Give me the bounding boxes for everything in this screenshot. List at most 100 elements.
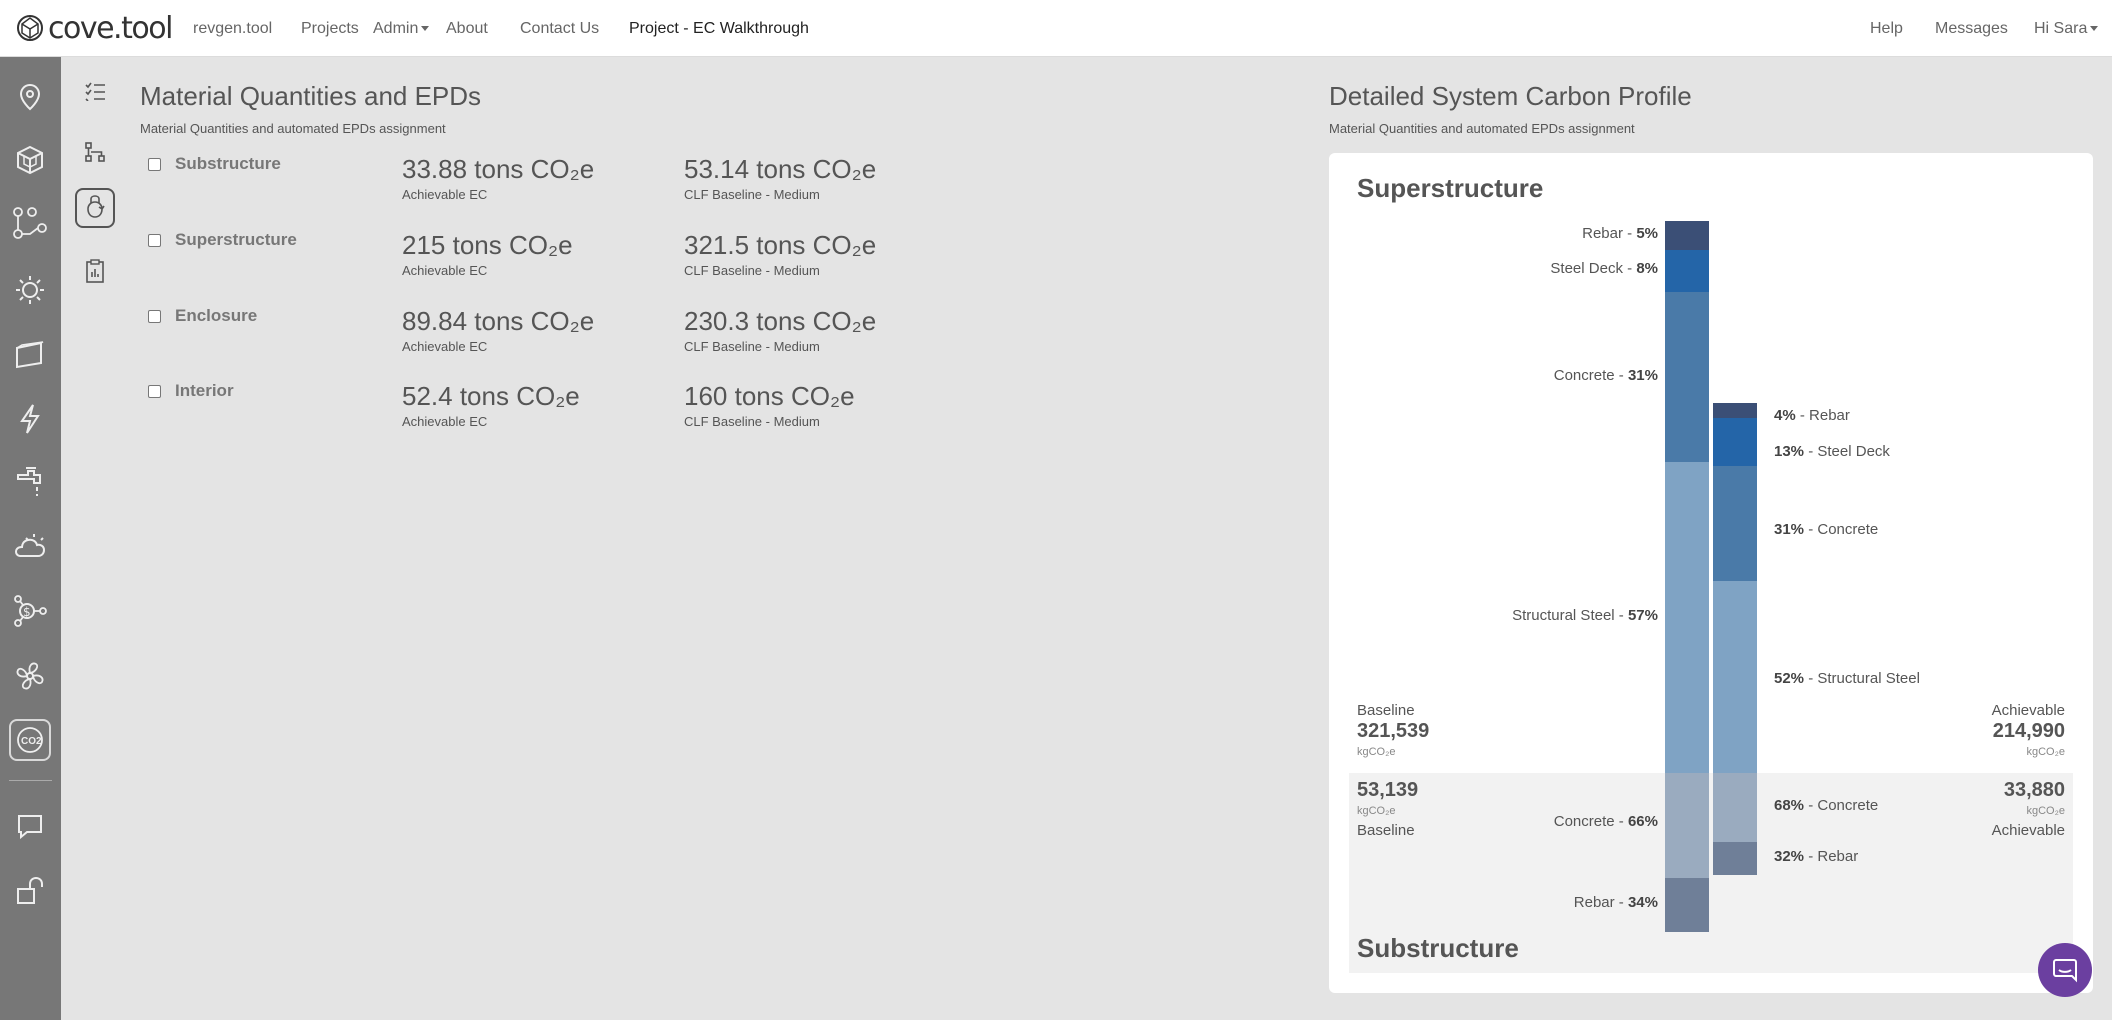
sub-achievable-value: 33,880 xyxy=(2003,779,2065,801)
carbon-profile-bars xyxy=(1665,221,1757,932)
network-icon[interactable] xyxy=(12,205,48,241)
baseline-label: CLF Baseline - Medium xyxy=(684,263,820,278)
carbon-profile-subtitle: Material Quantities and automated EPDs a… xyxy=(1329,121,1635,136)
achievable-ec-label: Achievable EC xyxy=(402,414,488,429)
sub-baseline-rebar-bar xyxy=(1665,878,1709,932)
nav-admin[interactable]: Admin xyxy=(373,20,430,38)
clipboard-icon[interactable] xyxy=(78,254,112,288)
segment-pct: 31% xyxy=(1627,367,1658,384)
segment-name: Concrete xyxy=(1553,813,1615,830)
achievable-ec-label: Achievable EC xyxy=(402,263,488,278)
achievable-ec-value: 52.4 tons CO₂e xyxy=(402,381,580,411)
material-row-substructure: Substructure 33.88 tons CO₂e Achievable … xyxy=(148,154,948,224)
sub-baseline-concrete-bar xyxy=(1665,773,1709,878)
nav-projects[interactable]: Projects xyxy=(301,20,359,38)
cove-logo-icon xyxy=(17,15,43,41)
baseline-steel-deck-bar xyxy=(1665,250,1709,292)
logo-text: cove.tool xyxy=(48,10,173,46)
cost-network-icon[interactable]: $ xyxy=(12,593,48,629)
segment-name: Concrete xyxy=(1817,797,1879,814)
chat-icon[interactable] xyxy=(12,808,48,844)
hierarchy-icon[interactable] xyxy=(78,135,112,169)
chevron-down-icon xyxy=(421,26,430,32)
sub-baseline-label: Baseline xyxy=(1357,822,1415,839)
segment-pct: 66% xyxy=(1627,813,1658,830)
segment-pct: 32% xyxy=(1774,848,1805,865)
carbon-profile-title: Detailed System Carbon Profile xyxy=(1329,81,1692,111)
interior-checkbox[interactable] xyxy=(148,385,161,398)
material-row-enclosure: Enclosure 89.84 tons CO₂e Achievable EC … xyxy=(148,306,948,376)
fan-icon[interactable] xyxy=(12,658,48,694)
faucet-icon[interactable] xyxy=(12,464,48,500)
superstructure-checkbox[interactable] xyxy=(148,234,161,247)
achievable-steel-deck-label: 13% - Steel Deck xyxy=(1774,443,1890,460)
super-baseline-label: Baseline xyxy=(1357,702,1415,719)
logo[interactable]: cove.tool xyxy=(16,10,173,46)
checklist-icon[interactable] xyxy=(78,74,112,108)
baseline-concrete-bar xyxy=(1665,292,1709,462)
svg-text:$: $ xyxy=(23,605,31,619)
baseline-label: CLF Baseline - Medium xyxy=(684,187,820,202)
sub-baseline-concrete-label: Concrete - 66% xyxy=(1553,813,1658,830)
sub-achievable-unit: kgCO₂e xyxy=(2026,805,2065,817)
nav-messages[interactable]: Messages xyxy=(1935,20,2008,38)
baseline-structural-steel-label: Structural Steel - 57% xyxy=(1512,607,1658,624)
nav-revgen-tool[interactable]: revgen.tool xyxy=(193,20,272,38)
nav-current-project[interactable]: Project - EC Walkthrough xyxy=(629,20,809,38)
cloud-sun-icon[interactable] xyxy=(12,528,48,564)
substructure-checkbox[interactable] xyxy=(148,158,161,171)
baseline-value: 53.14 tons CO₂e xyxy=(684,154,877,184)
nav-user-menu[interactable]: Hi Sara xyxy=(2034,20,2099,38)
nav-contact-us[interactable]: Contact Us xyxy=(520,20,599,38)
baseline-rebar-bar xyxy=(1665,221,1709,250)
baseline-steel-deck-label: Steel Deck - 8% xyxy=(1550,260,1658,277)
segment-pct: 31% xyxy=(1774,521,1805,538)
segment-pct: 52% xyxy=(1774,670,1805,687)
achievable-structural-steel-label: 52% - Structural Steel xyxy=(1774,670,1920,687)
segment-name: Steel Deck xyxy=(1550,260,1623,277)
chat-bubble-icon xyxy=(2053,959,2077,983)
panel-icon[interactable] xyxy=(12,337,48,373)
segment-name: Steel Deck xyxy=(1817,443,1890,460)
achievable-rebar-bar xyxy=(1713,403,1757,418)
achievable-structural-steel-bar xyxy=(1713,581,1757,773)
material-name: Substructure xyxy=(175,154,281,173)
cube-icon[interactable] xyxy=(12,142,48,178)
baseline-rebar-label: Rebar - 5% xyxy=(1582,225,1658,242)
achievable-ec-label: Achievable EC xyxy=(402,187,488,202)
left-sidebar: $ CO2 xyxy=(0,57,61,1020)
material-row-interior: Interior 52.4 tons CO₂e Achievable EC 16… xyxy=(148,381,948,451)
enclosure-checkbox[interactable] xyxy=(148,310,161,323)
segment-pct: 34% xyxy=(1627,894,1658,911)
baseline-structural-steel-bar xyxy=(1665,462,1709,773)
unlock-icon[interactable] xyxy=(12,873,48,909)
sidebar-divider xyxy=(9,780,52,781)
achievable-ec-value: 33.88 tons CO₂e xyxy=(402,154,595,184)
chat-widget-button[interactable] xyxy=(2038,943,2092,997)
refresh-building-icon[interactable] xyxy=(75,188,115,228)
co2-icon[interactable]: CO2 xyxy=(9,719,51,761)
super-achievable-label: Achievable xyxy=(1991,702,2065,719)
achievable-steel-deck-bar xyxy=(1713,418,1757,466)
segment-name: Rebar xyxy=(1573,894,1615,911)
nav-admin-label: Admin xyxy=(373,20,419,37)
nav-about[interactable]: About xyxy=(446,20,488,38)
user-greeting: Hi Sara xyxy=(2034,20,2088,37)
chevron-down-icon xyxy=(2090,26,2099,32)
location-pin-icon[interactable] xyxy=(12,79,48,115)
super-achievable-value: 214,990 xyxy=(1992,720,2065,742)
co2-icon-text: CO2 xyxy=(21,736,42,747)
baseline-value: 230.3 tons CO₂e xyxy=(684,306,877,336)
segment-pct: 57% xyxy=(1627,607,1658,624)
sun-icon[interactable] xyxy=(12,272,48,308)
material-name: Superstructure xyxy=(175,230,297,249)
sub-achievable-label: Achievable xyxy=(1991,822,2065,839)
baseline-concrete-label: Concrete - 31% xyxy=(1553,367,1658,384)
achievable-ec-label: Achievable EC xyxy=(402,339,488,354)
segment-name: Rebar xyxy=(1817,848,1859,865)
super-baseline-value: 321,539 xyxy=(1357,720,1430,742)
super-baseline-unit: kgCO₂e xyxy=(1357,746,1396,758)
nav-help[interactable]: Help xyxy=(1870,20,1903,38)
baseline-label: CLF Baseline - Medium xyxy=(684,414,820,429)
lightning-icon[interactable] xyxy=(12,401,48,437)
